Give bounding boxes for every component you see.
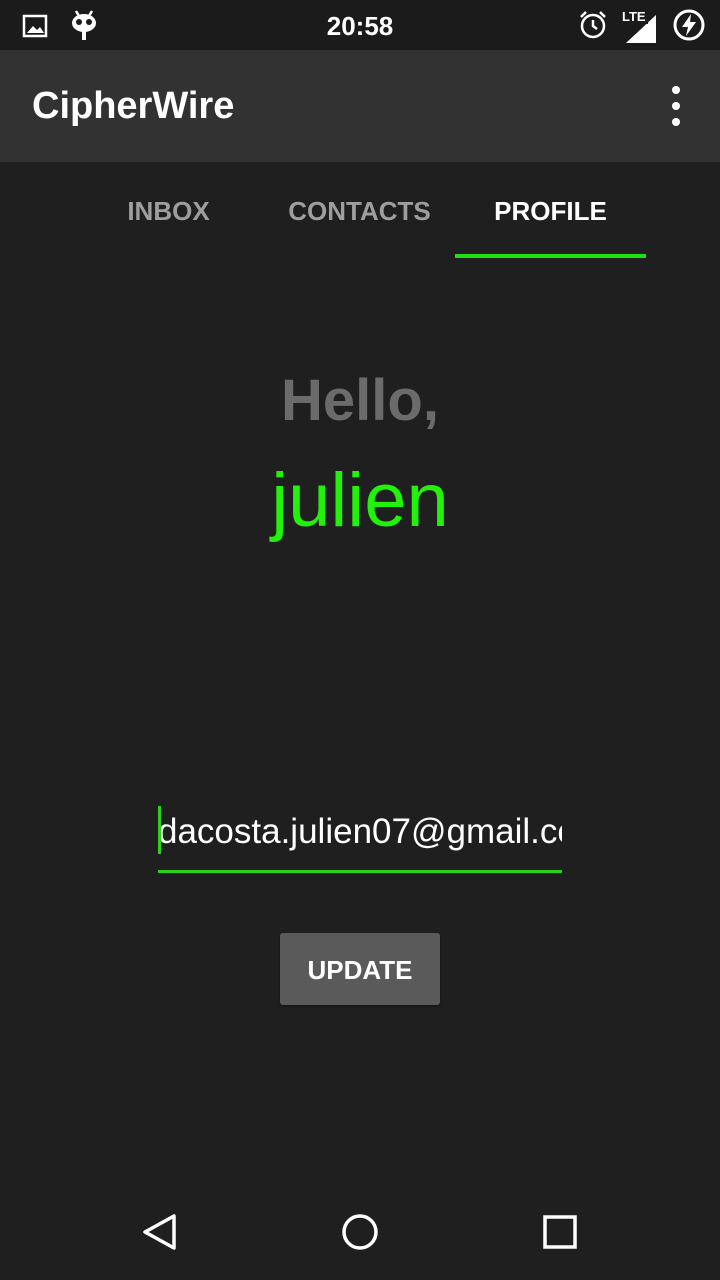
tab-bar: INBOX CONTACTS PROFILE	[0, 162, 720, 258]
app-title: CipherWire	[32, 85, 235, 127]
email-field[interactable]: dacosta.julien07@gmail.com	[158, 800, 562, 873]
navigation-bar	[0, 1184, 720, 1280]
status-right-icons: LTE	[578, 8, 706, 47]
status-bar: 20:58 LTE	[0, 0, 720, 50]
tab-inbox[interactable]: INBOX	[73, 162, 264, 258]
tab-contacts[interactable]: CONTACTS	[264, 162, 455, 258]
username-text: julien	[271, 458, 449, 543]
tab-profile[interactable]: PROFILE	[455, 162, 646, 258]
alarm-icon	[578, 10, 608, 45]
greeting-text: Hello,	[281, 368, 439, 433]
recents-icon[interactable]	[536, 1212, 584, 1252]
overflow-menu-icon[interactable]	[660, 86, 692, 126]
lte-label: LTE	[620, 8, 648, 24]
home-icon[interactable]	[336, 1212, 384, 1252]
back-icon[interactable]	[136, 1212, 184, 1252]
email-value: dacosta.julien07@gmail.com	[158, 812, 562, 851]
tab-indicator	[455, 254, 646, 258]
update-button[interactable]: UPDATE	[280, 933, 440, 1005]
app-bar: CipherWire	[0, 50, 720, 162]
text-caret	[158, 806, 161, 854]
lte-signal-icon: LTE	[620, 8, 658, 45]
battery-charging-icon	[672, 8, 706, 47]
